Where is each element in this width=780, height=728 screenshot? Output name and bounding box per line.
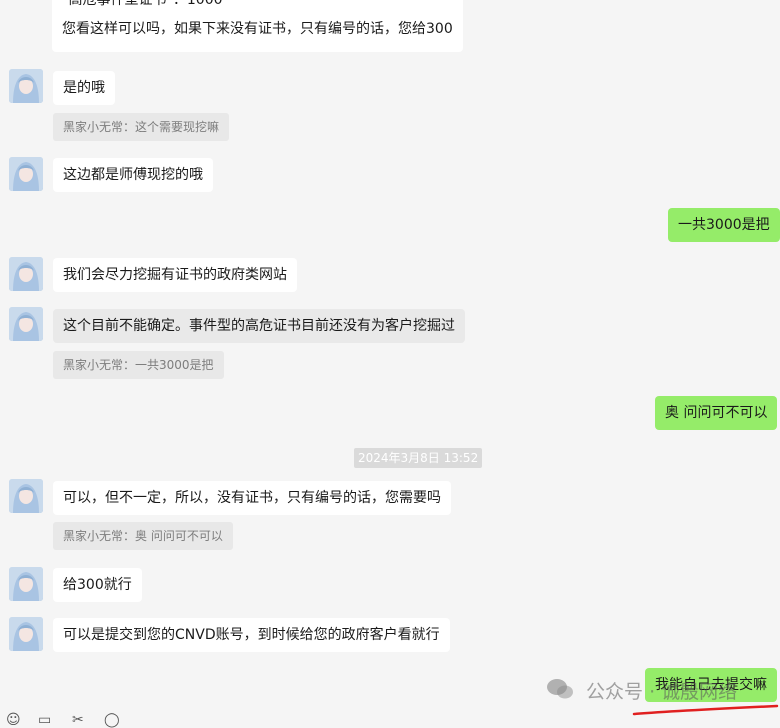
quoted-reply[interactable]: 黑家小无常：这个需要现挖嘛 — [53, 113, 230, 141]
avatar-image — [9, 257, 43, 291]
avatar-image — [9, 479, 43, 513]
message-text: 您看这样可以吗，如果下来没有证书，只有编号的话，您给300 — [62, 21, 453, 37]
avatar-image — [9, 617, 43, 651]
message-text: 奥 问问可不可以 — [665, 405, 768, 421]
message-text: 我们会尽力挖掘有证书的政府类网站 — [63, 267, 287, 283]
quoted-text: 黑家小无常：奥 问问可不可以 — [63, 529, 223, 543]
message-bubble[interactable]: 这个目前不能确定。事件型的高危证书目前还没有为客户挖掘过 — [53, 309, 465, 343]
timestamp-text: 2024年3月8日 13:52 — [358, 451, 479, 465]
message-bubble[interactable]: 是的哦 — [53, 71, 115, 105]
message-text: "高危事件型证书"：1000 — [62, 0, 223, 8]
chat-history-icon[interactable]: ◯ — [104, 713, 120, 727]
avatar-image — [9, 157, 43, 191]
folder-icon[interactable]: ▭ — [38, 713, 51, 727]
avatar-image — [9, 567, 43, 601]
avatar[interactable] — [9, 567, 43, 601]
wechat-icon — [546, 678, 574, 707]
avatar[interactable] — [9, 257, 43, 291]
message-text: 可以，但不一定，所以，没有证书，只有编号的话，您需要吗 — [63, 490, 441, 506]
message-bubble[interactable]: 这边都是师傅现挖的哦 — [53, 158, 213, 192]
chat-timestamp: 2024年3月8日 13:52 — [354, 448, 483, 468]
quoted-text: 黑家小无常：一共3000是把 — [63, 358, 214, 372]
avatar[interactable] — [9, 617, 43, 651]
avatar[interactable] — [9, 479, 43, 513]
quoted-reply[interactable]: 黑家小无常：奥 问问可不可以 — [53, 522, 233, 550]
message-bubble[interactable]: 可以是提交到您的CNVD账号，到时候给您的政府客户看就行 — [53, 618, 450, 652]
quoted-text: 黑家小无常：这个需要现挖嘛 — [63, 120, 220, 134]
scissors-icon[interactable]: ✂ — [72, 713, 84, 727]
message-bubble[interactable]: 可以，但不一定，所以，没有证书，只有编号的话，您需要吗 — [53, 481, 451, 515]
avatar[interactable] — [9, 157, 43, 191]
avatar-image — [9, 307, 43, 341]
message-text: 这个目前不能确定。事件型的高危证书目前还没有为客户挖掘过 — [63, 318, 455, 334]
quoted-reply[interactable]: 黑家小无常：一共3000是把 — [53, 351, 224, 379]
message-text: 这边都是师傅现挖的哦 — [63, 167, 203, 183]
message-bubble[interactable]: 给300就行 — [53, 568, 142, 602]
avatar[interactable] — [9, 307, 43, 341]
avatar-image — [9, 69, 43, 103]
message-text: 给300就行 — [63, 577, 132, 593]
sent-message-bubble[interactable]: 奥 问问可不可以 — [655, 396, 778, 430]
message-text: 可以是提交到您的CNVD账号，到时候给您的政府客户看就行 — [63, 627, 440, 643]
message-bubble-partial[interactable]: "高危事件型证书"：1000 您看这样可以吗，如果下来没有证书，只有编号的话，您… — [52, 0, 463, 52]
avatar[interactable] — [9, 69, 43, 103]
sent-message-bubble[interactable]: 一共3000是把 — [668, 208, 780, 242]
emoji-icon[interactable]: ☺ — [6, 713, 21, 727]
message-text: 是的哦 — [63, 80, 105, 96]
input-toolbar: ☺ ▭ ✂ ◯ — [0, 707, 780, 727]
message-text: 一共3000是把 — [678, 217, 770, 233]
message-bubble[interactable]: 我们会尽力挖掘有证书的政府类网站 — [53, 258, 297, 292]
